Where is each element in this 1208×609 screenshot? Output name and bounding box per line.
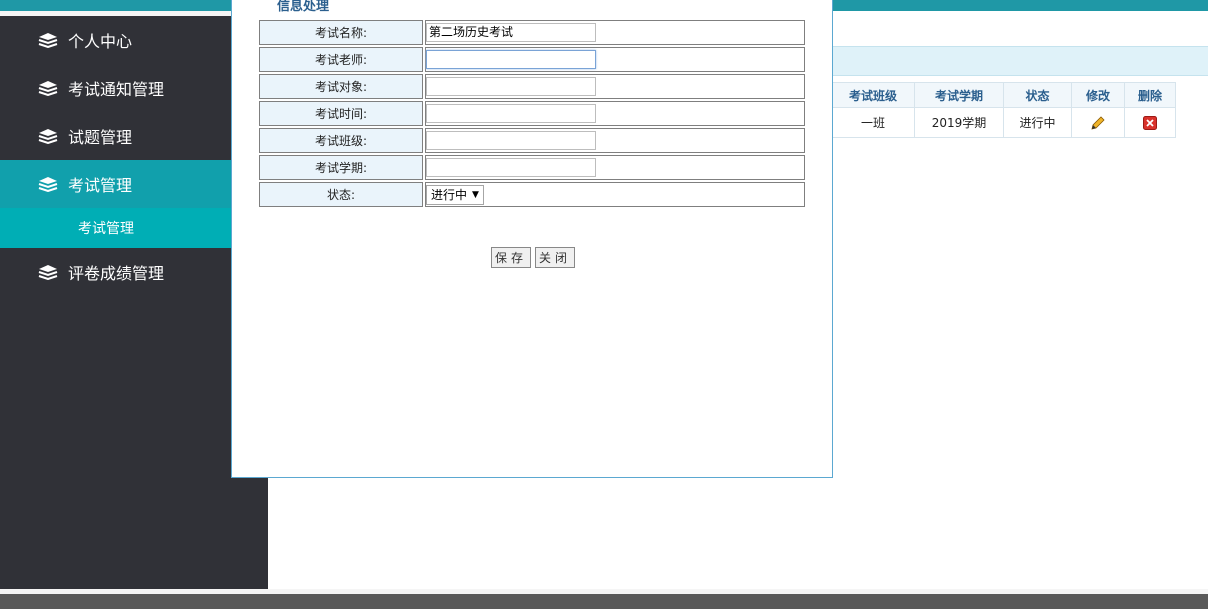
save-button[interactable]: 保存 [491,247,532,268]
sidebar-item-questions[interactable]: 试题管理 [0,112,268,160]
dialog-title: 信息处理 [277,0,330,14]
cell-term: 2019学期 [914,107,1004,138]
layers-icon [38,129,58,144]
layers-icon [38,33,58,48]
table-header-row: 间 考试班级 考试学期 状态 修改 删除 [800,82,1176,108]
form-row-exam-class: 考试班级: [259,128,805,153]
cell-status: 进行中 [1003,107,1072,138]
status-label: 状态: [259,182,423,207]
sidebar-item-exam-notice[interactable]: 考试通知管理 [0,64,268,112]
sidebar-item-grading[interactable]: 评卷成绩管理 [0,248,268,296]
dropdown-arrow-icon: ▼ [472,189,479,200]
table-row: 08 一班 2019学期 进行中 [800,107,1176,138]
info-form: 考试名称: 考试老师: 考试对象: 考试时间: 考试班级: 考试学期: 状态: [257,18,807,209]
exam-class-input[interactable] [426,131,596,150]
bottom-bar [0,594,1208,609]
delete-icon[interactable] [1143,115,1157,130]
exam-target-label: 考试对象: [259,74,423,99]
pencil-icon[interactable] [1090,115,1106,131]
exam-teacher-label: 考试老师: [259,47,423,72]
close-button[interactable]: 关闭 [535,247,576,268]
exam-name-input[interactable] [426,23,596,42]
exam-term-input[interactable] [426,158,596,177]
form-row-status: 状态: 进行中 ▼ [259,182,805,207]
exam-term-label: 考试学期: [259,155,423,180]
status-select[interactable]: 进行中 ▼ [426,184,484,205]
form-row-exam-target: 考试对象: [259,74,805,99]
exam-class-label: 考试班级: [259,128,423,153]
sidebar-item-exam-management[interactable]: 考试管理 [0,160,268,208]
info-dialog: 信息处理 考试名称: 考试老师: 考试对象: 考试时间: 考试班级: 考试学期:… [231,0,833,478]
sidebar-item-label: 评卷成绩管理 [68,264,165,283]
form-row-exam-time: 考试时间: [259,101,805,126]
exam-table: 间 考试班级 考试学期 状态 修改 删除 08 一班 2019学期 进行中 [800,82,1176,138]
sidebar-item-label: 考试管理 [68,176,133,195]
exam-name-label: 考试名称: [259,20,423,45]
col-header-term: 考试学期 [914,82,1004,108]
form-row-exam-teacher: 考试老师: [259,47,805,72]
status-select-value: 进行中 [431,188,468,202]
col-header-delete: 删除 [1124,82,1176,108]
exam-teacher-input[interactable] [426,50,596,69]
layers-icon [38,265,58,280]
sidebar-item-label: 试题管理 [68,128,133,147]
sidebar-item-label: 考试通知管理 [68,80,165,99]
sidebar-subitem-exam-management[interactable]: 考试管理 [0,208,268,248]
sidebar-subitem-label: 考试管理 [78,221,134,237]
layers-icon [38,177,58,192]
form-row-exam-term: 考试学期: [259,155,805,180]
col-header-status: 状态 [1003,82,1072,108]
col-header-edit: 修改 [1071,82,1125,108]
cell-edit [1071,107,1125,138]
exam-time-input[interactable] [426,104,596,123]
dialog-buttons: 保存 关闭 [491,247,576,268]
form-row-exam-name: 考试名称: [259,20,805,45]
sidebar-item-label: 个人中心 [68,32,133,51]
layers-icon [38,81,58,96]
sidebar-item-personal-center[interactable]: 个人中心 [0,16,268,64]
cell-class: 一班 [831,107,915,138]
col-header-class: 考试班级 [831,82,915,108]
cell-delete [1124,107,1176,138]
exam-target-input[interactable] [426,77,596,96]
sidebar: 个人中心 考试通知管理 试题管理 考试管理 考试管理 评卷成绩管理 [0,16,268,589]
exam-time-label: 考试时间: [259,101,423,126]
